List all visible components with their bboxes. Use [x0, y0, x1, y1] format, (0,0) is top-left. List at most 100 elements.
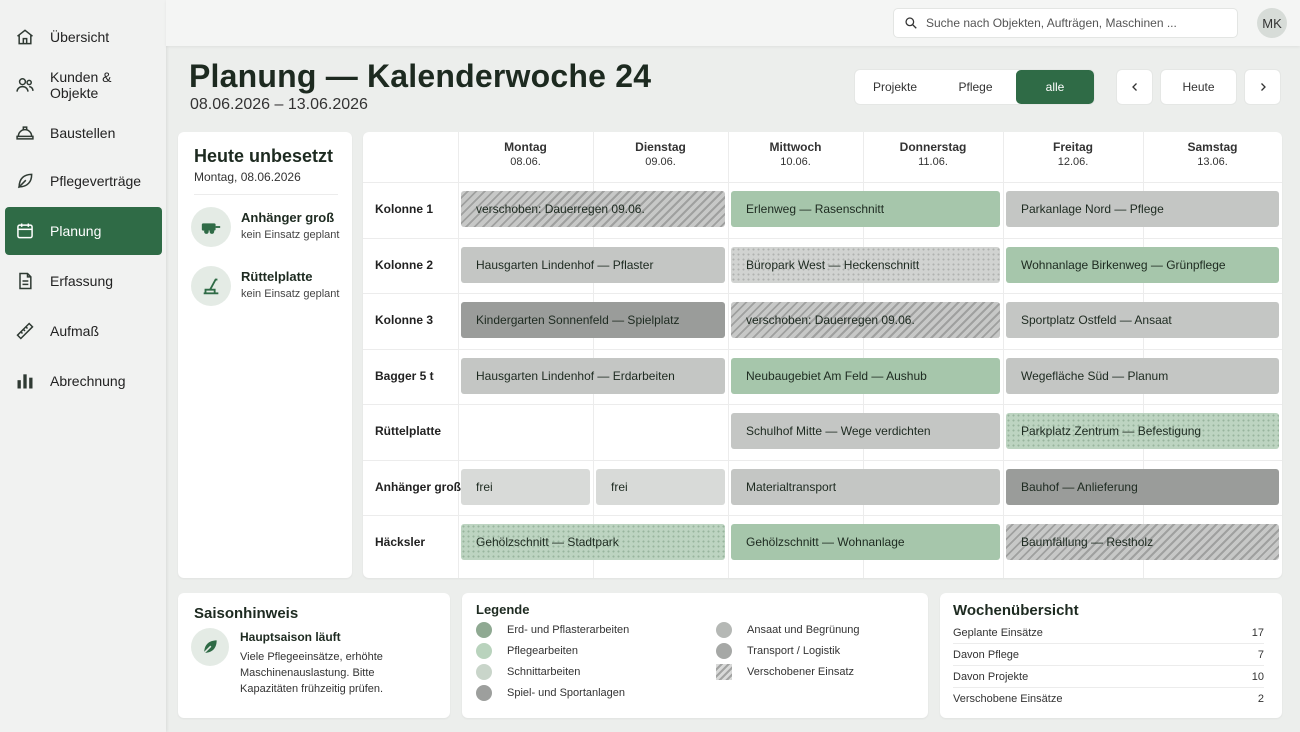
calendar-event[interactable]: frei	[461, 468, 590, 505]
day-date: 13.06.	[1197, 156, 1228, 168]
unused-machine-item[interactable]: Rüttelplatte kein Einsatz geplant	[191, 266, 341, 310]
grid-line	[363, 293, 1282, 294]
calendar-event[interactable]: Erlenweg — Rasenschnitt	[731, 191, 1000, 227]
calendar-event[interactable]: verschoben: Dauerregen 09.06.	[461, 191, 725, 227]
machine-status: kein Einsatz geplant	[241, 229, 340, 241]
calendar-icon	[17, 223, 33, 239]
divider	[194, 194, 338, 195]
grid-line	[363, 459, 1282, 461]
sidebar-item-planung[interactable]: Planung	[5, 207, 162, 255]
today-button[interactable]: Heute	[1161, 70, 1236, 104]
search-icon	[905, 17, 917, 29]
legend-item: Transport / Logistik	[716, 643, 840, 659]
legend-item: Erd- und Pflasterarbeiten	[476, 622, 629, 638]
sidebar-item-label: Erfassung	[50, 273, 114, 289]
calendar-event[interactable]: frei	[596, 468, 725, 505]
day-name: Samstag	[1187, 140, 1238, 154]
chevron-right-icon	[1260, 83, 1266, 91]
calendar-event[interactable]: Büropark West — Heckenschnitt	[731, 246, 1000, 283]
summary-label: Geplante Einsätze	[953, 626, 1043, 639]
calendar-event[interactable]: Kindergarten Sonnenfeld — Spielplatz	[461, 302, 725, 338]
sidebar-item-aufmass[interactable]: Aufmaß	[5, 307, 162, 355]
summary-label: Davon Pflege	[953, 648, 1020, 661]
calendar-event[interactable]: Wohnanlage Birkenweg — Grünpflege	[1006, 246, 1279, 283]
grid-line	[363, 237, 1282, 239]
sidebar-item-pflegevertraege[interactable]: Pflegeverträge	[5, 157, 162, 205]
grid-line	[728, 132, 729, 578]
calendar-event[interactable]: Materialtransport	[731, 468, 1000, 505]
sidebar-item-label: Kunden & Objekte	[50, 69, 112, 101]
legend-swatch	[476, 685, 492, 701]
legend-item: Verschobener Einsatz	[716, 664, 854, 680]
sidebar-item-label: Planung	[50, 223, 102, 239]
legend-swatch	[716, 664, 732, 680]
calendar-event[interactable]: Parkplatz Zentrum — Befestigung	[1006, 413, 1279, 449]
calendar-event[interactable]: Wegefläche Süd — Planum	[1006, 357, 1279, 394]
sidebar-item-label: Aufmaß	[50, 323, 100, 339]
next-week-button[interactable]	[1245, 70, 1280, 104]
legend-label: Verschobener Einsatz	[747, 666, 855, 678]
search-input[interactable]	[926, 16, 1226, 30]
calendar-event[interactable]: Bauhof — Anlieferung	[1006, 468, 1279, 505]
calendar-event[interactable]: Neubaugebiet Am Feld — Aushub	[731, 357, 1000, 394]
ruler-icon	[16, 322, 34, 340]
calendar-event[interactable]: Hausgarten Lindenhof — Erdarbeiten	[461, 357, 725, 394]
resource-label: Anhänger groß	[375, 479, 461, 494]
calendar-event[interactable]: Baumfällung — Restholz	[1006, 524, 1279, 560]
machine-name: Rüttelplatte	[241, 269, 313, 284]
sidebar-item-kunden[interactable]: Kunden & Objekte	[5, 61, 162, 109]
users-icon	[16, 78, 34, 92]
day-header: Dienstag 09.06.	[593, 140, 728, 168]
resource-label: Bagger 5 t	[375, 368, 434, 383]
avatar-initials: MK	[1262, 15, 1282, 31]
day-name: Montag	[504, 140, 547, 154]
season-card: Saisonhinweis Hauptsaison läuft Viele Pf…	[178, 593, 450, 718]
summary-row: Verschobene Einsätze 2	[953, 688, 1264, 710]
legend-swatch	[716, 643, 732, 659]
sidebar-item-label: Übersicht	[50, 29, 110, 45]
filter-projekte[interactable]: Projekte	[855, 70, 935, 104]
grid-line	[363, 348, 1282, 350]
sidebar-item-baustellen[interactable]: Baustellen	[5, 109, 162, 157]
summary-row: Davon Projekte 10	[953, 666, 1264, 688]
summary-title: Wochenübersicht	[953, 602, 1079, 619]
calendar-event[interactable]: Gehölzschnitt — Wohnanlage	[731, 524, 1000, 560]
chevron-left-icon	[1131, 83, 1137, 91]
filter-pflege[interactable]: Pflege	[935, 70, 1016, 104]
calendar-event[interactable]: verschoben: Dauerregen 09.06.	[731, 302, 1000, 338]
unused-title: Heute unbesetzt	[194, 146, 334, 166]
sidebar-item-uebersicht[interactable]: Übersicht	[5, 13, 162, 61]
filter-alle[interactable]: alle	[1016, 70, 1094, 104]
resource-label: Häcksler	[375, 535, 426, 549]
document-icon	[19, 272, 32, 290]
day-date: 08.06.	[510, 156, 541, 168]
day-name: Donnerstag	[899, 140, 967, 154]
grid-line	[363, 404, 1282, 405]
day-header: Donnerstag 11.06.	[863, 140, 1003, 168]
sidebar-item-erfassung[interactable]: Erfassung	[5, 257, 162, 305]
legend-label: Transport / Logistik	[747, 645, 841, 657]
legend-card: Legende Erd- und Pflasterarbeiten Pflegea…	[462, 593, 928, 718]
calendar-event[interactable]: Sportplatz Ostfeld — Ansaat	[1006, 302, 1279, 338]
search-box[interactable]	[893, 8, 1238, 38]
calendar-event[interactable]: Gehölzschnitt — Stadtpark	[461, 524, 725, 560]
avatar[interactable]: MK	[1257, 8, 1287, 38]
calendar-event[interactable]: Schulhof Mitte — Wege verdichten	[731, 413, 1000, 449]
day-header: Montag 08.06.	[458, 140, 593, 168]
calendar-event[interactable]: Hausgarten Lindenhof — Pflaster	[461, 246, 725, 283]
unused-machine-item[interactable]: Anhänger groß kein Einsatz geplant	[191, 207, 341, 251]
compactor-icon	[203, 278, 219, 295]
day-date: 10.06.	[780, 156, 811, 168]
summary-value: 7	[1257, 648, 1264, 661]
legend-label: Schnittarbeiten	[507, 666, 581, 678]
prev-week-button[interactable]	[1117, 70, 1152, 104]
day-date: 12.06.	[1057, 156, 1089, 168]
bar-chart-icon	[17, 374, 33, 389]
legend-item: Pflegearbeiten	[476, 643, 578, 659]
calendar-event[interactable]: Parkanlage Nord — Pflege	[1006, 191, 1279, 227]
legend-label: Pflegearbeiten	[507, 645, 578, 657]
resource-label: Kolonne 2	[375, 257, 434, 272]
trailer-icon	[201, 223, 221, 234]
sidebar-item-abrechnung[interactable]: Abrechnung	[5, 357, 162, 405]
summary-row: Geplante Einsätze 17	[953, 622, 1264, 644]
